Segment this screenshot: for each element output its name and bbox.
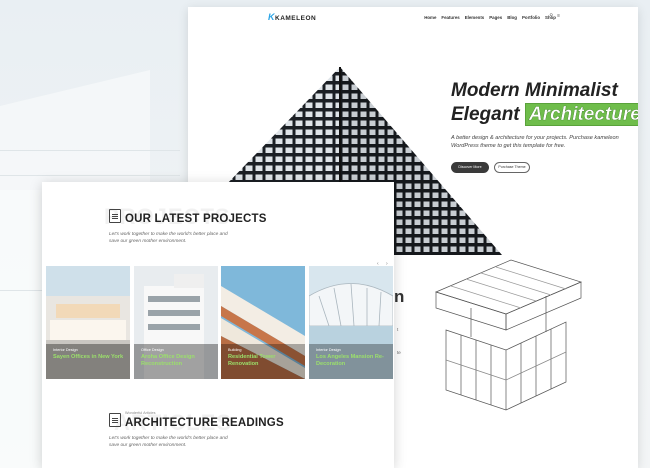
project-category: Interior Design [53, 348, 78, 352]
projects-page-preview: PROJECTS OUR LATEST PROJECTS Let's work … [42, 182, 394, 468]
purchase-theme-button[interactable]: Purchase Theme [494, 162, 530, 173]
project-card[interactable]: Building Residential Tower Renovation [221, 266, 305, 379]
project-title[interactable]: Sayen Offices in New York [53, 354, 127, 361]
project-category: Building [228, 348, 242, 352]
background-line [0, 150, 180, 151]
background-line [0, 175, 180, 176]
main-menu: Home Features Elements Pages Blog Portfo… [424, 15, 556, 20]
partial-text: te [397, 350, 401, 355]
readings-title: ARCHITECTURE READINGS [125, 417, 284, 429]
project-image [46, 266, 130, 379]
nav-icons: ⚲ ≡ [549, 13, 560, 19]
hero-title: Modern Minimalist Elegant Architecture [451, 79, 638, 127]
nav-item-portfolio[interactable]: Portfolio [522, 15, 540, 20]
project-category: Interior Design [316, 348, 341, 352]
nav-item-pages[interactable]: Pages [489, 15, 502, 20]
nav-item-elements[interactable]: Elements [465, 15, 485, 20]
projects-title: OUR LATEST PROJECTS [125, 213, 267, 225]
menu-icon[interactable]: ≡ [557, 13, 560, 19]
partial-text: t [397, 327, 399, 332]
hero-title-highlight: Architecture [524, 103, 638, 126]
readings-description: Let's work together to make the world's … [109, 436, 228, 448]
project-card[interactable]: Office Design Aroha Office Design Recons… [134, 266, 218, 379]
document-icon [109, 413, 121, 427]
hero-title-line-2: Elegant Architecture [451, 103, 638, 127]
partial-heading: n [394, 287, 405, 306]
background-line [0, 290, 42, 291]
nav-item-features[interactable]: Features [441, 15, 459, 20]
project-category: Office Design [141, 348, 164, 352]
project-title[interactable]: Aroha Office Design Reconstruction [141, 354, 215, 368]
hero-subtitle: A better design & architecture for your … [451, 135, 619, 149]
nav-item-home[interactable]: Home [424, 15, 436, 20]
hero-title-prefix: Elegant [451, 104, 520, 125]
hero-title-line-1: Modern Minimalist [451, 80, 618, 101]
site-logo[interactable]: KKAMELEON [268, 12, 316, 22]
project-title[interactable]: Los Angeles Mansion Re-Decoration [316, 354, 390, 368]
project-card[interactable]: Interior Design Sayen Offices in New Yor… [46, 266, 130, 379]
project-title[interactable]: Residential Tower Renovation [228, 354, 302, 368]
architecture-sketch-image [434, 259, 583, 411]
search-icon[interactable]: ⚲ [549, 13, 553, 19]
document-icon [109, 209, 121, 223]
projects-description: Let's work together to make the world's … [109, 232, 228, 244]
project-card[interactable]: Interior Design Los Angeles Mansion Re-D… [309, 266, 393, 379]
top-navigation: KKAMELEON Home Features Elements Pages B… [188, 7, 638, 29]
discover-more-button[interactable]: Discover More [451, 162, 489, 173]
nav-item-blog[interactable]: Blog [507, 15, 517, 20]
background-building [0, 70, 150, 190]
